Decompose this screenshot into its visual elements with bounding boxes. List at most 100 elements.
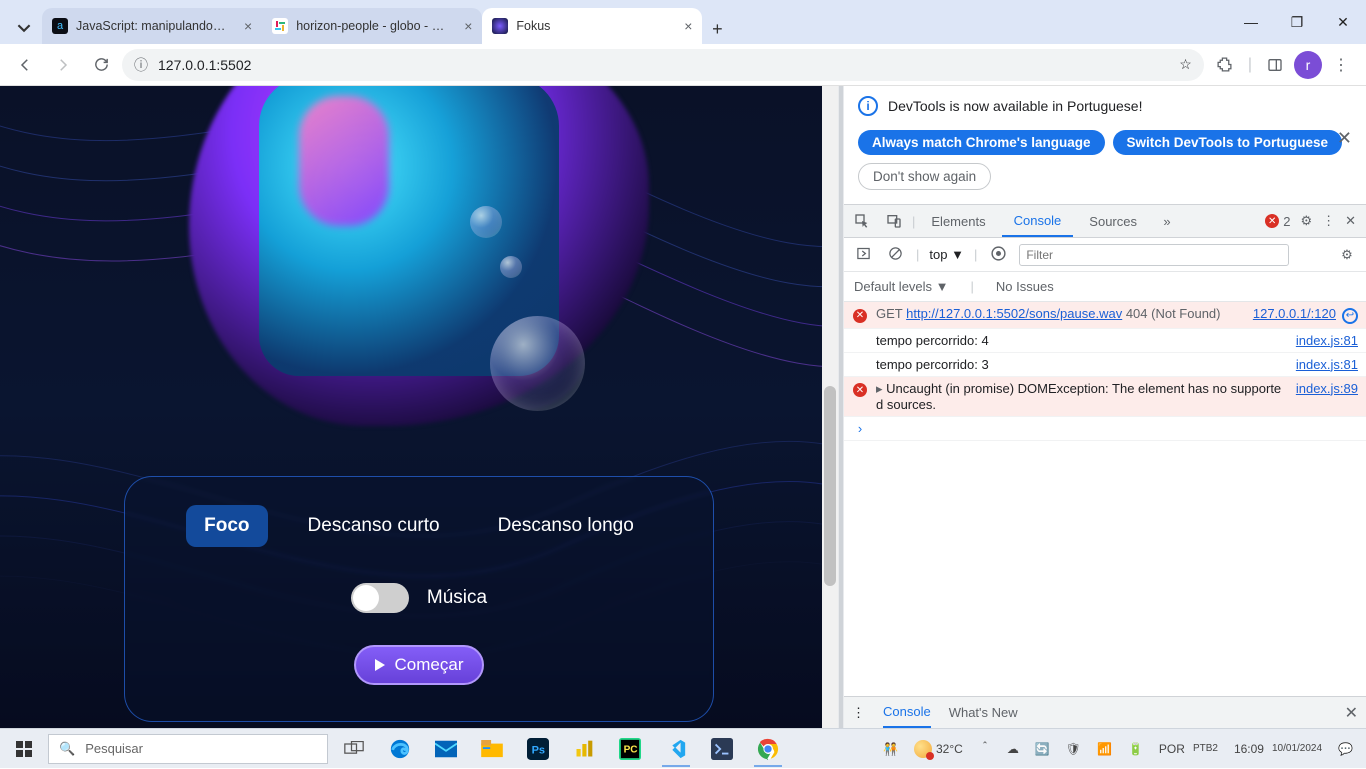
extensions-icon[interactable]	[1208, 48, 1242, 82]
mode-descanso-curto[interactable]: Descanso curto	[290, 505, 458, 547]
banner-text: DevTools is now available in Portuguese!	[888, 98, 1142, 114]
drawer-menu-icon[interactable]: ⋮	[852, 705, 865, 721]
chrome-menu-icon[interactable]: ⋮	[1324, 48, 1358, 82]
address-bar[interactable]: ⓘ 127.0.0.1:5502 ☆	[122, 49, 1204, 81]
browser-tab-0[interactable]: a JavaScript: manipulando eleme ×	[42, 8, 262, 44]
close-icon[interactable]: ×	[454, 18, 472, 34]
music-label: Música	[427, 587, 487, 609]
tab-sources[interactable]: Sources	[1077, 205, 1149, 237]
tray-clock[interactable]: 16:0910/01/2024	[1229, 743, 1327, 755]
live-expression-icon[interactable]	[987, 245, 1009, 265]
start-button[interactable]: Começar	[354, 645, 484, 685]
app-vscode[interactable]	[654, 729, 698, 769]
error-count-badge[interactable]: ✕2	[1265, 214, 1290, 229]
execution-context[interactable]: top ▼	[929, 247, 964, 262]
log-levels-dropdown[interactable]: Default levels ▼	[854, 279, 949, 294]
mode-descanso-longo[interactable]: Descanso longo	[480, 505, 652, 547]
clear-console-icon[interactable]	[884, 246, 906, 264]
app-powerbi[interactable]	[562, 729, 606, 769]
tray-notifications-icon[interactable]: 💬	[1333, 742, 1358, 756]
source-link[interactable]: index.js:81	[1296, 333, 1358, 348]
page-scrollbar[interactable]	[822, 86, 838, 728]
bookmark-icon[interactable]: ☆	[1179, 56, 1192, 73]
maximize-button[interactable]: ❐	[1274, 0, 1320, 44]
settings-icon[interactable]: ⚙	[1300, 213, 1312, 229]
console-row-log: tempo percorrido: 3 index.js:81	[844, 353, 1366, 377]
browser-tab-2[interactable]: Fokus ×	[482, 8, 702, 44]
mode-tabs: Foco Descanso curto Descanso longo	[165, 505, 673, 547]
task-view-icon[interactable]	[332, 729, 376, 769]
devtools-drawer: ⋮ Console What's New ✕	[844, 696, 1366, 728]
devtools-close-icon[interactable]: ✕	[1345, 213, 1356, 229]
new-tab-button[interactable]: +	[702, 14, 732, 44]
search-placeholder: Pesquisar	[85, 741, 143, 756]
app-terminal[interactable]	[700, 729, 744, 769]
back-button[interactable]	[8, 48, 42, 82]
more-tabs-icon[interactable]: »	[1153, 214, 1181, 229]
tab-search-button[interactable]	[6, 12, 42, 44]
tab-title: horizon-people - globo - Slack	[296, 19, 446, 33]
tray-wifi-icon[interactable]: 📶	[1092, 742, 1117, 756]
reload-button[interactable]	[84, 48, 118, 82]
tab-console[interactable]: Console	[1002, 205, 1074, 237]
drawer-tab-whatsnew[interactable]: What's New	[949, 705, 1018, 720]
app-chrome[interactable]	[746, 729, 790, 769]
taskbar-search[interactable]: 🔍 Pesquisar	[48, 734, 328, 764]
toggle-sidebar-icon[interactable]	[852, 246, 874, 264]
tray-language[interactable]: PORPTB2	[1154, 743, 1223, 755]
tray-battery-icon[interactable]: 🔋	[1123, 742, 1148, 756]
tray-people-icon[interactable]: 🧑‍🤝‍🧑	[878, 742, 903, 756]
console-toolbar-secondary: Default levels ▼ | No Issues	[844, 272, 1366, 302]
tray-security-icon[interactable]: 🛡	[1061, 742, 1086, 756]
browser-tab-1[interactable]: horizon-people - globo - Slack ×	[262, 8, 482, 44]
console-filter-input[interactable]	[1019, 244, 1289, 266]
source-link[interactable]: 127.0.0.1/:120	[1253, 306, 1336, 321]
console-toolbar: | top ▼ | ⚙	[844, 238, 1366, 272]
tab-elements[interactable]: Elements	[919, 205, 997, 237]
sidepanel-icon[interactable]	[1258, 48, 1292, 82]
source-link[interactable]: index.js:89	[1296, 381, 1358, 396]
close-icon[interactable]: ×	[674, 18, 692, 34]
console-input-prompt[interactable]: ›	[844, 417, 1366, 441]
tray-onedrive-icon[interactable]: ☁	[1002, 742, 1024, 756]
mode-foco[interactable]: Foco	[186, 505, 267, 547]
log-message: tempo percorrido: 3	[876, 357, 1288, 372]
browser-tabstrip: a JavaScript: manipulando eleme × horizo…	[0, 0, 1366, 44]
source-link[interactable]: index.js:81	[1296, 357, 1358, 372]
app-edge[interactable]	[378, 729, 422, 769]
forward-button[interactable]	[46, 48, 80, 82]
devtools-menu-icon[interactable]: ⋮	[1322, 213, 1335, 229]
site-info-icon[interactable]: ⓘ	[134, 55, 148, 75]
wrap-icon: ↩	[1342, 308, 1358, 324]
profile-avatar[interactable]: r	[1294, 51, 1322, 79]
pill-switch-portuguese[interactable]: Switch DevTools to Portuguese	[1113, 130, 1343, 155]
window-controls: ― ❐ ✕	[1228, 0, 1366, 44]
url-text: 127.0.0.1:5502	[158, 57, 251, 73]
console-settings-icon[interactable]: ⚙	[1336, 247, 1358, 263]
pill-dont-show[interactable]: Don't show again	[858, 163, 991, 190]
close-window-button[interactable]: ✕	[1320, 0, 1366, 44]
banner-close-icon[interactable]: ✕	[1337, 128, 1352, 149]
close-icon[interactable]: ×	[234, 18, 252, 34]
drawer-close-icon[interactable]: ✕	[1345, 703, 1358, 723]
music-toggle[interactable]	[351, 583, 409, 613]
issues-link[interactable]: No Issues	[996, 279, 1054, 294]
app-mail[interactable]	[424, 729, 468, 769]
drawer-tab-console[interactable]: Console	[883, 697, 931, 728]
bubble-decor	[470, 206, 502, 238]
devtools-panel: i DevTools is now available in Portugues…	[844, 86, 1366, 728]
app-explorer[interactable]	[470, 729, 514, 769]
start-button[interactable]	[0, 741, 48, 757]
tray-chevron-icon[interactable]: ＾	[974, 740, 996, 757]
inspect-element-icon[interactable]	[848, 213, 876, 229]
windows-taskbar: 🔍 Pesquisar Ps PC 🧑‍🤝‍🧑 32°C ＾ ☁ 🔄 🛡 📶 🔋…	[0, 728, 1366, 768]
tray-sync-icon[interactable]: 🔄	[1030, 742, 1055, 756]
app-pycharm[interactable]: PC	[608, 729, 652, 769]
device-toolbar-icon[interactable]	[880, 213, 908, 229]
pill-always-match[interactable]: Always match Chrome's language	[858, 130, 1105, 155]
minimize-button[interactable]: ―	[1228, 0, 1274, 44]
svg-text:Ps: Ps	[532, 744, 545, 756]
tray-weather[interactable]: 32°C	[909, 740, 968, 758]
app-photoshop[interactable]: Ps	[516, 729, 560, 769]
play-icon	[375, 659, 385, 671]
